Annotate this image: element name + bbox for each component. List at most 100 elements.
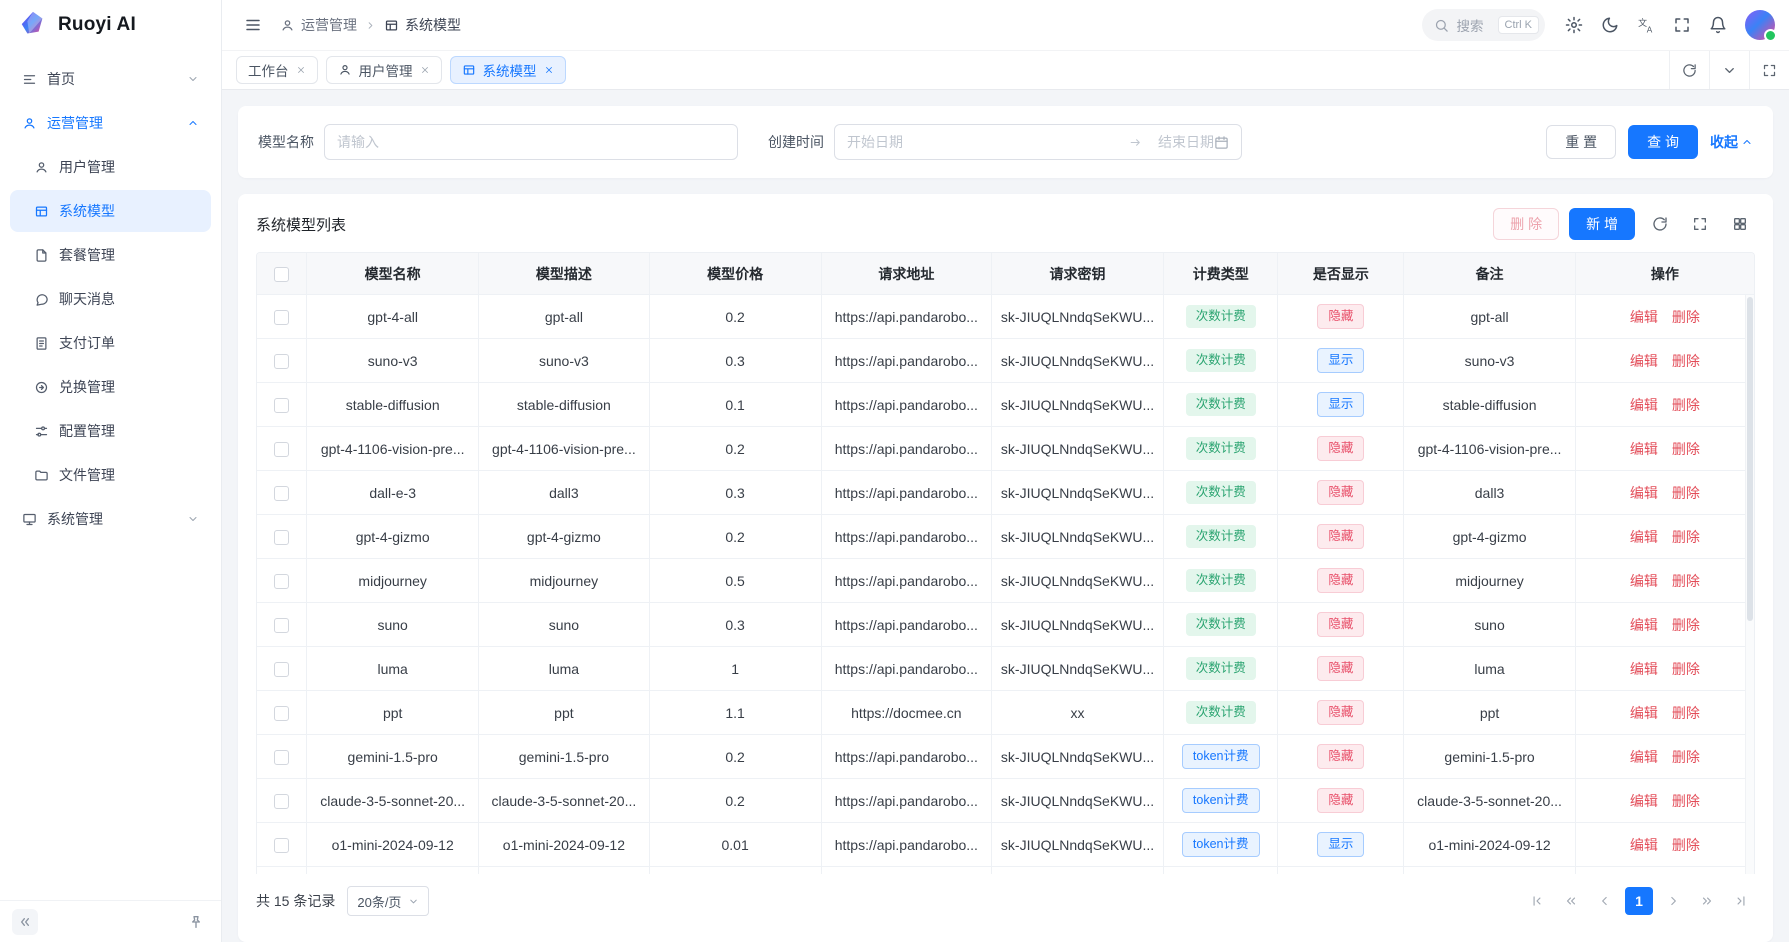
cell-billing-type: 次数计费: [1164, 515, 1278, 559]
row-checkbox[interactable]: [274, 706, 289, 721]
sidebar-item-label: 套餐管理: [59, 245, 199, 265]
model-name-input[interactable]: [324, 124, 738, 160]
edit-link[interactable]: 编辑: [1630, 397, 1658, 413]
breadcrumb-item-model[interactable]: 系统模型: [384, 15, 461, 35]
table-fullscreen-button[interactable]: [1685, 209, 1715, 239]
menu-toggle-button[interactable]: [236, 8, 270, 42]
tabs-menu-button[interactable]: [1709, 51, 1749, 89]
sidebar-item-package[interactable]: 套餐管理: [10, 234, 211, 276]
sidebar-pin-button[interactable]: [183, 909, 209, 935]
next-page-button[interactable]: [1659, 887, 1687, 915]
scrollbar-thumb[interactable]: [1747, 297, 1753, 621]
row-checkbox[interactable]: [274, 530, 289, 545]
sidebar-item-exchange[interactable]: 兑换管理: [10, 366, 211, 408]
prev-page-button[interactable]: [1591, 887, 1619, 915]
row-checkbox[interactable]: [274, 574, 289, 589]
prev-pages-button[interactable]: [1557, 887, 1585, 915]
edit-link[interactable]: 编辑: [1630, 705, 1658, 721]
collapse-left-icon: [17, 914, 33, 930]
edit-link[interactable]: 编辑: [1630, 837, 1658, 853]
settings-button[interactable]: [1557, 8, 1591, 42]
delete-link[interactable]: 删除: [1672, 441, 1700, 457]
tab-0[interactable]: 工作台: [236, 56, 318, 84]
delete-link[interactable]: 删除: [1672, 529, 1700, 545]
sidebar-group-operations[interactable]: 运营管理: [10, 102, 211, 144]
next-pages-button[interactable]: [1693, 887, 1721, 915]
table-refresh-button[interactable]: [1645, 209, 1675, 239]
delete-link[interactable]: 删除: [1672, 749, 1700, 765]
delete-link[interactable]: 删除: [1672, 705, 1700, 721]
tabs-refresh-button[interactable]: [1669, 51, 1709, 89]
sidebar-item-folder[interactable]: 文件管理: [10, 454, 211, 496]
sidebar-item-chat[interactable]: 聊天消息: [10, 278, 211, 320]
row-checkbox[interactable]: [274, 486, 289, 501]
row-checkbox[interactable]: [274, 662, 289, 677]
avatar[interactable]: [1745, 10, 1775, 40]
first-page-button[interactable]: [1523, 887, 1551, 915]
add-button[interactable]: 新 增: [1569, 208, 1635, 240]
sidebar-item-model[interactable]: 系统模型: [10, 190, 211, 232]
sidebar-item-order[interactable]: 支付订单: [10, 322, 211, 364]
edit-link[interactable]: 编辑: [1630, 485, 1658, 501]
column-settings-button[interactable]: [1725, 209, 1755, 239]
delete-button[interactable]: 删 除: [1493, 208, 1559, 240]
delete-link[interactable]: 删除: [1672, 397, 1700, 413]
row-checkbox[interactable]: [274, 618, 289, 633]
sidebar-collapse-button[interactable]: [12, 909, 38, 935]
language-button[interactable]: 文A: [1629, 8, 1663, 42]
row-checkbox[interactable]: [274, 750, 289, 765]
delete-link[interactable]: 删除: [1672, 353, 1700, 369]
row-checkbox[interactable]: [274, 398, 289, 413]
select-all-checkbox[interactable]: [274, 267, 289, 282]
table-row: midjourney midjourney 0.5 https://api.pa…: [257, 559, 1754, 603]
cell-model-name: gemini-1.5-pro: [307, 735, 479, 779]
row-checkbox[interactable]: [274, 310, 289, 325]
row-checkbox[interactable]: [274, 838, 289, 853]
edit-link[interactable]: 编辑: [1630, 573, 1658, 589]
delete-link[interactable]: 删除: [1672, 485, 1700, 501]
table-scrollbar[interactable]: [1745, 295, 1754, 874]
search-input[interactable]: 搜索 Ctrl K: [1422, 9, 1546, 41]
tab-close-icon[interactable]: [296, 65, 306, 75]
fullscreen-button[interactable]: [1665, 8, 1699, 42]
row-checkbox[interactable]: [274, 442, 289, 457]
tab-2[interactable]: 系统模型: [450, 56, 566, 84]
theme-toggle-button[interactable]: [1593, 8, 1627, 42]
page-1-button[interactable]: 1: [1625, 887, 1653, 915]
edit-link[interactable]: 编辑: [1630, 793, 1658, 809]
edit-link[interactable]: 编辑: [1630, 309, 1658, 325]
edit-link[interactable]: 编辑: [1630, 529, 1658, 545]
tab-close-icon[interactable]: [420, 65, 430, 75]
sidebar-group-system[interactable]: 系统管理: [10, 498, 211, 540]
breadcrumb-item-operations[interactable]: 运营管理: [280, 15, 357, 35]
delete-link[interactable]: 删除: [1672, 661, 1700, 677]
edit-link[interactable]: 编辑: [1630, 661, 1658, 677]
sidebar-group-home[interactable]: 首页: [10, 58, 211, 100]
delete-link[interactable]: 删除: [1672, 793, 1700, 809]
table-row: ppt ppt 1.1 https://docmee.cn xx 次数计费 隐藏…: [257, 691, 1754, 735]
sidebar-item-user[interactable]: 用户管理: [10, 146, 211, 188]
cell-visibility: 隐藏: [1278, 735, 1404, 779]
tab-close-icon[interactable]: [544, 65, 554, 75]
delete-link[interactable]: 删除: [1672, 573, 1700, 589]
last-page-button[interactable]: [1727, 887, 1755, 915]
sidebar-item-config[interactable]: 配置管理: [10, 410, 211, 452]
row-checkbox[interactable]: [274, 354, 289, 369]
delete-link[interactable]: 删除: [1672, 309, 1700, 325]
tab-1[interactable]: 用户管理: [326, 56, 442, 84]
edit-link[interactable]: 编辑: [1630, 353, 1658, 369]
page-size-select[interactable]: 20条/页: [347, 886, 429, 916]
visibility-badge: 隐藏: [1317, 304, 1364, 329]
content-fullscreen-button[interactable]: [1749, 51, 1789, 89]
row-checkbox[interactable]: [274, 794, 289, 809]
edit-link[interactable]: 编辑: [1630, 617, 1658, 633]
edit-link[interactable]: 编辑: [1630, 441, 1658, 457]
delete-link[interactable]: 删除: [1672, 837, 1700, 853]
date-range-input[interactable]: 开始日期 结束日期: [834, 124, 1242, 160]
reset-button[interactable]: 重 置: [1546, 125, 1616, 159]
notifications-button[interactable]: [1701, 8, 1735, 42]
edit-link[interactable]: 编辑: [1630, 749, 1658, 765]
collapse-filter-link[interactable]: 收起: [1710, 132, 1753, 152]
delete-link[interactable]: 删除: [1672, 617, 1700, 633]
query-button[interactable]: 查 询: [1628, 125, 1698, 159]
